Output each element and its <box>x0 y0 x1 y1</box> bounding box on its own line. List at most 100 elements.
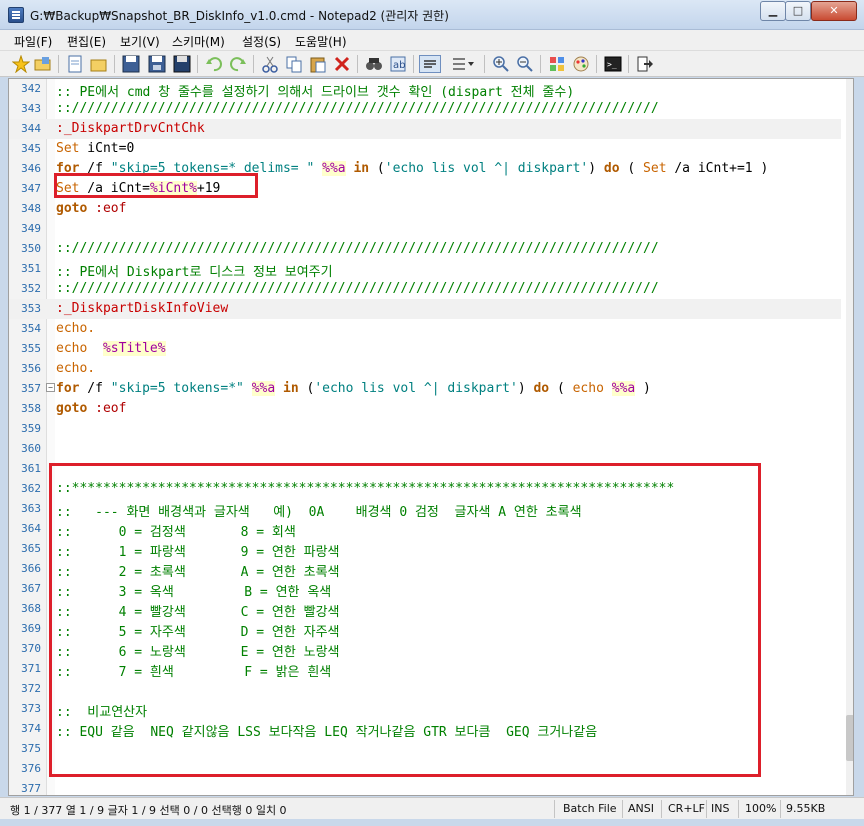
code-line[interactable]: 373:: 비교연산자 <box>9 699 841 720</box>
code-line[interactable]: 350::///////////////////////////////////… <box>9 239 841 259</box>
close-button[interactable]: ✕ <box>811 1 857 21</box>
token-str: "skip=5 tokens=* delims= " <box>110 161 315 176</box>
code-line[interactable]: 371:: 7 = 흰색 F = 밝은 흰색 <box>9 659 841 680</box>
menu-view[interactable]: 보기(V) <box>120 33 160 50</box>
code-line[interactable]: 353:_DiskpartDiskInfoView <box>9 299 841 319</box>
code-line[interactable]: 358 goto :eof <box>9 399 841 419</box>
code-line[interactable]: 359 <box>9 419 841 439</box>
token-kw: do <box>533 381 550 396</box>
status-scheme[interactable]: Batch File <box>563 802 617 815</box>
line-number: 359 <box>21 422 41 435</box>
word-wrap-icon[interactable] <box>419 55 441 73</box>
code-line[interactable]: 364:: 0 = 검정색 8 = 회색 <box>9 519 841 540</box>
copy-icon[interactable] <box>285 55 303 73</box>
scheme-icon[interactable] <box>548 55 566 73</box>
code-line[interactable]: 376 <box>9 759 841 779</box>
new-file-icon[interactable] <box>66 55 84 73</box>
line-number: 345 <box>21 142 41 155</box>
save-copy-icon[interactable] <box>173 55 191 73</box>
status-encoding[interactable]: ANSI <box>628 802 654 815</box>
status-size: 9.55KB <box>786 802 826 815</box>
color-icon[interactable] <box>572 55 590 73</box>
line-number: 353 <box>21 302 41 315</box>
token-txt: /f <box>79 381 111 396</box>
save-icon[interactable] <box>122 55 140 73</box>
zoom-out-icon[interactable] <box>516 55 534 73</box>
vertical-scrollbar[interactable] <box>846 79 853 795</box>
line-text: goto :eof <box>56 401 126 416</box>
code-line[interactable]: 377 <box>9 779 841 795</box>
list-icon[interactable] <box>450 55 476 73</box>
code-line[interactable]: 347 Set /a iCnt=%iCnt%+19 <box>9 179 841 199</box>
token-cmt: :: 7 = 흰색 F = 밝은 흰색 <box>56 665 332 680</box>
code-line[interactable]: 361 <box>9 459 841 479</box>
code-line[interactable]: 365:: 1 = 파랑색 9 = 연한 파랑색 <box>9 539 841 560</box>
code-editor[interactable]: 342:: PE에서 cmd 창 줄수를 설정하기 의해서 드라이브 갯수 확인… <box>8 78 854 796</box>
code-line[interactable]: 357− for /f "skip=5 tokens=*" %%a in ('ec… <box>9 379 841 399</box>
code-line[interactable]: 368:: 4 = 빨강색 C = 연한 빨강색 <box>9 599 841 620</box>
code-line[interactable]: 370:: 6 = 노랑색 E = 연한 노랑색 <box>9 639 841 660</box>
status-zoom[interactable]: 100% <box>745 802 776 815</box>
code-line[interactable]: 363:: --- 화면 배경색과 글자색 예) 0A 배경색 0 검정 글자색… <box>9 499 841 520</box>
code-line[interactable]: 362::***********************************… <box>9 479 841 499</box>
code-line[interactable]: 345 Set iCnt=0 <box>9 139 841 159</box>
code-line[interactable]: 360 <box>9 439 841 459</box>
code-line[interactable]: 346 for /f "skip=5 tokens=* delims= " %%a… <box>9 159 841 179</box>
menu-settings[interactable]: 설정(S) <box>242 33 281 50</box>
new-icon[interactable] <box>12 55 30 73</box>
code-line[interactable]: 367:: 3 = 옥색 B = 연한 옥색 <box>9 579 841 600</box>
code-line[interactable]: 343::///////////////////////////////////… <box>9 99 841 119</box>
menu-edit[interactable]: 편집(E) <box>67 33 106 50</box>
find-icon[interactable] <box>365 55 383 73</box>
code-line[interactable]: 344:_DiskpartDrvCntChk <box>9 119 841 139</box>
code-line[interactable]: 356 echo. <box>9 359 841 379</box>
code-line[interactable]: 369:: 5 = 자주색 D = 연한 자주색 <box>9 619 841 640</box>
status-ins[interactable]: INS <box>711 802 729 815</box>
code-line[interactable]: 366:: 2 = 초록색 A = 연한 초록색 <box>9 559 841 580</box>
line-text: echo. <box>56 321 95 336</box>
line-number: 363 <box>21 502 41 515</box>
code-line[interactable]: 374:: EQU 같음 NEQ 같지않음 LSS 보다작음 LEQ 작거나같음… <box>9 719 841 740</box>
line-number: 343 <box>21 102 41 115</box>
exit-icon[interactable] <box>636 55 654 73</box>
notepad2-app-icon[interactable] <box>8 7 24 23</box>
cut-icon[interactable] <box>261 55 279 73</box>
undo-icon[interactable] <box>205 55 223 73</box>
code-line[interactable]: 355 echo %sTitle% <box>9 339 841 359</box>
token-cmt: :://////////////////////////////////////… <box>56 281 659 296</box>
fold-toggle-icon[interactable]: − <box>46 383 55 392</box>
paste-icon[interactable] <box>309 55 327 73</box>
code-line[interactable]: 342:: PE에서 cmd 창 줄수를 설정하기 의해서 드라이브 갯수 확인… <box>9 79 841 100</box>
token-var: %%a <box>322 161 346 176</box>
token-cmt: :: 4 = 빨강색 C = 연한 빨강색 <box>56 605 340 620</box>
replace-icon[interactable]: ab <box>389 55 407 73</box>
delete-icon[interactable] <box>333 55 351 73</box>
code-line[interactable]: 348 goto :eof <box>9 199 841 219</box>
code-line[interactable]: 351:: PE에서 Diskpart로 디스크 정보 보여주기 <box>9 259 841 280</box>
line-number: 358 <box>21 402 41 415</box>
scrollbar-thumb[interactable] <box>846 715 853 761</box>
console-icon[interactable]: >_ <box>604 55 622 73</box>
open-icon[interactable] <box>34 55 52 73</box>
line-text: :://////////////////////////////////////… <box>56 101 659 116</box>
menu-scheme[interactable]: 스키마(M) <box>172 33 225 50</box>
maximize-button[interactable]: □ <box>785 1 811 21</box>
menu-file[interactable]: 파일(F) <box>14 33 52 50</box>
token-cmt: :://////////////////////////////////////… <box>56 241 659 256</box>
redo-icon[interactable] <box>229 55 247 73</box>
code-line[interactable]: 349 <box>9 219 841 239</box>
minimize-button[interactable]: ▁ <box>760 1 786 21</box>
code-line[interactable]: 372 <box>9 679 841 699</box>
save-as-icon[interactable] <box>148 55 166 73</box>
code-line[interactable]: 354 echo. <box>9 319 841 339</box>
status-eol[interactable]: CR+LF <box>668 802 705 815</box>
line-text: echo %sTitle% <box>56 341 166 356</box>
token-var: %iCnt% <box>149 181 197 196</box>
token-str: "skip=5 tokens=*" <box>110 381 244 396</box>
zoom-in-icon[interactable] <box>492 55 510 73</box>
menu-help[interactable]: 도움말(H) <box>295 33 347 50</box>
open-file-icon[interactable] <box>90 55 108 73</box>
code-line[interactable]: 375 <box>9 739 841 759</box>
code-line[interactable]: 352::///////////////////////////////////… <box>9 279 841 299</box>
